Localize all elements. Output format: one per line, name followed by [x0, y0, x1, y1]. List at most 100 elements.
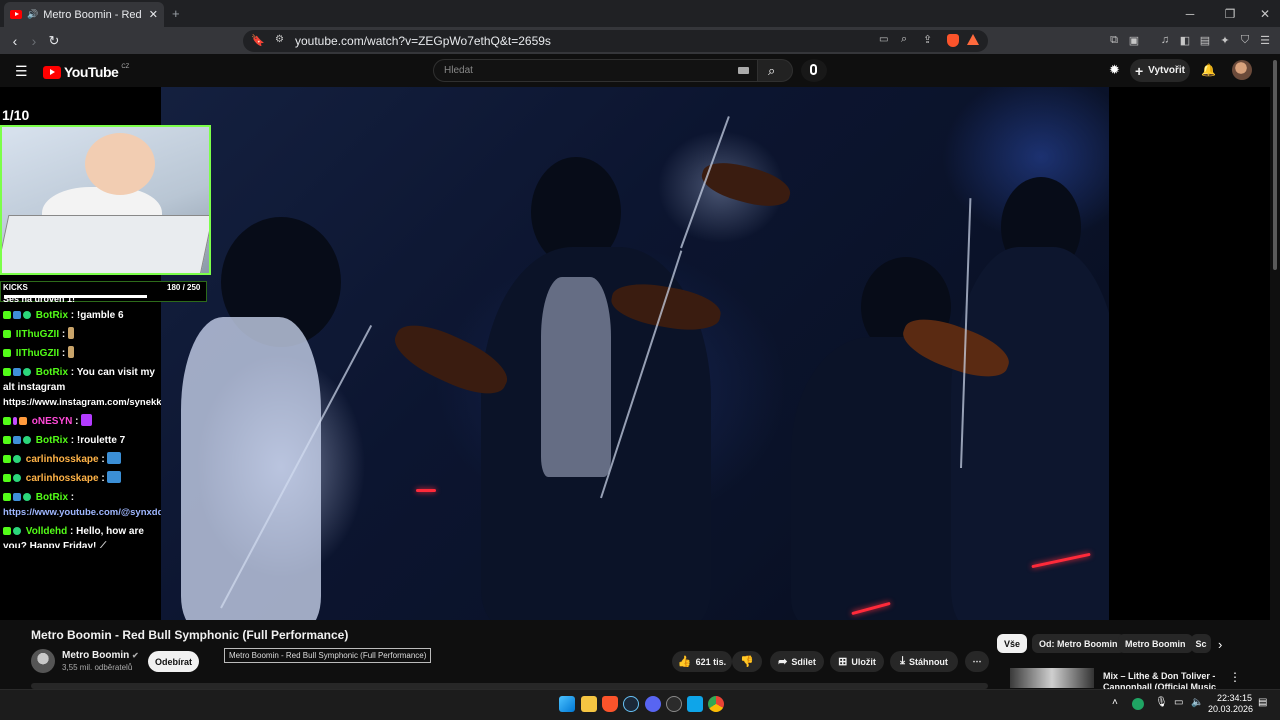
url-text: youtube.com/watch?v=ZEGpWo7ethQ&t=2659s: [295, 34, 551, 48]
site-info-icon[interactable]: ⚙: [275, 34, 284, 45]
channel-name-text: Metro Boomin: [62, 650, 130, 661]
chip-all[interactable]: Vše: [997, 634, 1028, 653]
notifications-bell-icon[interactable]: 🔔: [1201, 63, 1216, 77]
chat-username: BotRix: [35, 492, 69, 503]
download-button[interactable]: ⤓ Stáhnout: [890, 651, 958, 672]
chat-username: oNESYN: [31, 416, 73, 427]
like-button[interactable]: 👍 621 tis.: [672, 651, 732, 672]
chrome-icon[interactable]: [708, 696, 724, 712]
video-frame[interactable]: [161, 87, 1109, 620]
chip-from-channel[interactable]: Od: Metro Boomin: [1032, 634, 1125, 653]
create-button[interactable]: + Vytvořit: [1130, 59, 1190, 82]
scrollbar-thumb[interactable]: [1273, 60, 1277, 270]
app-icon[interactable]: [666, 696, 682, 712]
back-icon[interactable]: ‹: [5, 31, 25, 51]
leo-ai-icon[interactable]: ✦: [1217, 32, 1233, 48]
maximize-button[interactable]: ❐: [1210, 0, 1250, 27]
chip-partial[interactable]: Sc: [1191, 634, 1211, 653]
clock-date: 20.03.2026: [1208, 704, 1254, 714]
recommendation-title[interactable]: Mix – Lithe & Don Toliver - Cannonball (…: [1103, 671, 1223, 691]
voice-search-button[interactable]: [801, 59, 827, 82]
cam-face: [85, 133, 155, 195]
channel-name[interactable]: Metro Boomin ✔: [62, 650, 139, 661]
windows-start-icon[interactable]: [559, 696, 575, 712]
chat-username: carlinhosskape: [25, 454, 99, 465]
download-label: Stáhnout: [908, 656, 948, 667]
menu-icon[interactable]: ☰: [1257, 32, 1273, 48]
app-store-icon[interactable]: [687, 696, 703, 712]
kick-badge-icon: [3, 311, 11, 319]
keyboard-icon[interactable]: [738, 67, 749, 74]
reader-icon[interactable]: ▣: [1126, 32, 1142, 48]
search-placeholder: Hledat: [444, 65, 473, 76]
chat-username: Volldehd: [25, 526, 68, 537]
subscribe-button[interactable]: Odebírat: [148, 651, 199, 672]
audio-icon[interactable]: 🔊: [27, 9, 38, 20]
file-explorer-icon[interactable]: [581, 696, 597, 712]
thumbs-down-icon: 👎: [740, 656, 754, 668]
steam-icon[interactable]: [623, 696, 639, 712]
extensions-icon[interactable]: ⧉: [1106, 32, 1122, 48]
save-label: Uložit: [851, 656, 876, 667]
wallet-icon[interactable]: ▤: [1197, 32, 1213, 48]
brave-browser-icon[interactable]: [602, 696, 618, 712]
windows-taskbar: [0, 689, 1280, 720]
tray-overflow-icon[interactable]: ˄: [1112, 697, 1118, 708]
close-tab-icon[interactable]: ✕: [149, 8, 158, 21]
account-avatar[interactable]: [1232, 60, 1252, 80]
chat-link[interactable]: https://www.instagram.com/synekk_/: [3, 397, 161, 408]
kicks-label: KICKS: [3, 283, 28, 292]
save-button[interactable]: ⊞ Uložit: [830, 651, 884, 672]
chat-link[interactable]: https://www.youtube.com/@synxdd: [3, 507, 161, 518]
more-dots-icon: ⋯: [972, 656, 982, 666]
brave-rewards-icon[interactable]: [967, 34, 979, 45]
minimize-button[interactable]: ─: [1170, 0, 1210, 27]
kick-badge-icon: [3, 417, 11, 425]
premium-settings-icon[interactable]: ✹: [1109, 62, 1120, 78]
taskbar-clock[interactable]: 22:34:15 20.03.2026: [1208, 693, 1254, 715]
logo-text: YouTube: [64, 64, 119, 80]
volume-icon[interactable]: 🔈: [1191, 697, 1203, 708]
display-icon[interactable]: ▭: [1174, 697, 1183, 708]
media-icon[interactable]: ♫: [1157, 32, 1173, 48]
musician-silhouette: [951, 247, 1109, 620]
youtube-logo[interactable]: YouTube CZ: [43, 64, 129, 80]
chip-channel[interactable]: Metro Boomin: [1118, 634, 1193, 653]
hamburger-menu-icon[interactable]: ☰: [15, 63, 28, 80]
more-actions-button[interactable]: ⋯: [965, 651, 989, 672]
browser-tab[interactable]: 🔊 Metro Boomin - Red Bull Sym ✕: [4, 2, 164, 27]
search-input[interactable]: Hledat: [433, 59, 758, 82]
share-button[interactable]: ➦ Sdílet: [770, 651, 824, 672]
kick-badge-icon: [3, 349, 11, 357]
notifications-icon[interactable]: ▤: [1258, 697, 1267, 708]
search-button[interactable]: ⌕: [757, 59, 793, 82]
share-page-icon[interactable]: ⇪: [923, 33, 932, 46]
dislike-button[interactable]: 👎: [732, 651, 762, 672]
vpn-icon[interactable]: ⛉: [1237, 32, 1253, 48]
close-window-button[interactable]: ✕: [1245, 0, 1280, 27]
discord-icon[interactable]: [645, 696, 661, 712]
cam-keyboard: [2, 215, 209, 273]
moderator-badge-icon: [13, 493, 21, 501]
cast-icon[interactable]: ▭: [879, 34, 888, 45]
forward-icon[interactable]: ›: [24, 31, 44, 51]
microphone-tray-icon[interactable]: 🎙: [1155, 697, 1168, 708]
verified-check-icon: ✔: [132, 651, 139, 660]
recommendation-thumbnail[interactable]: [1010, 668, 1094, 688]
recommendation-menu-icon[interactable]: ⋮: [1229, 670, 1241, 684]
reload-icon[interactable]: ↻: [44, 31, 64, 51]
bookmark-icon[interactable]: 🔖: [251, 34, 265, 47]
browser-toolbar: ‹ › ↻ 🔖 ⚙ youtube.com/watch?v=ZEGpWo7eth…: [0, 27, 1280, 54]
chips-next-icon[interactable]: ›: [1218, 637, 1222, 652]
tray-app-icon[interactable]: [1132, 698, 1144, 710]
brave-shields-icon[interactable]: [947, 34, 959, 47]
zoom-icon[interactable]: ⌕: [901, 33, 907, 46]
chat-message: BotRix : !roulette 7: [0, 431, 161, 450]
emote-icon: [107, 471, 122, 483]
chat-username: IIThuGZII: [15, 329, 60, 340]
address-bar[interactable]: 🔖 ⚙ youtube.com/watch?v=ZEGpWo7ethQ&t=26…: [243, 30, 988, 52]
sidebar-icon[interactable]: ◧: [1177, 32, 1193, 48]
share-icon: ➦: [778, 656, 788, 668]
new-tab-button[interactable]: +: [172, 6, 180, 21]
channel-avatar[interactable]: [31, 649, 55, 673]
